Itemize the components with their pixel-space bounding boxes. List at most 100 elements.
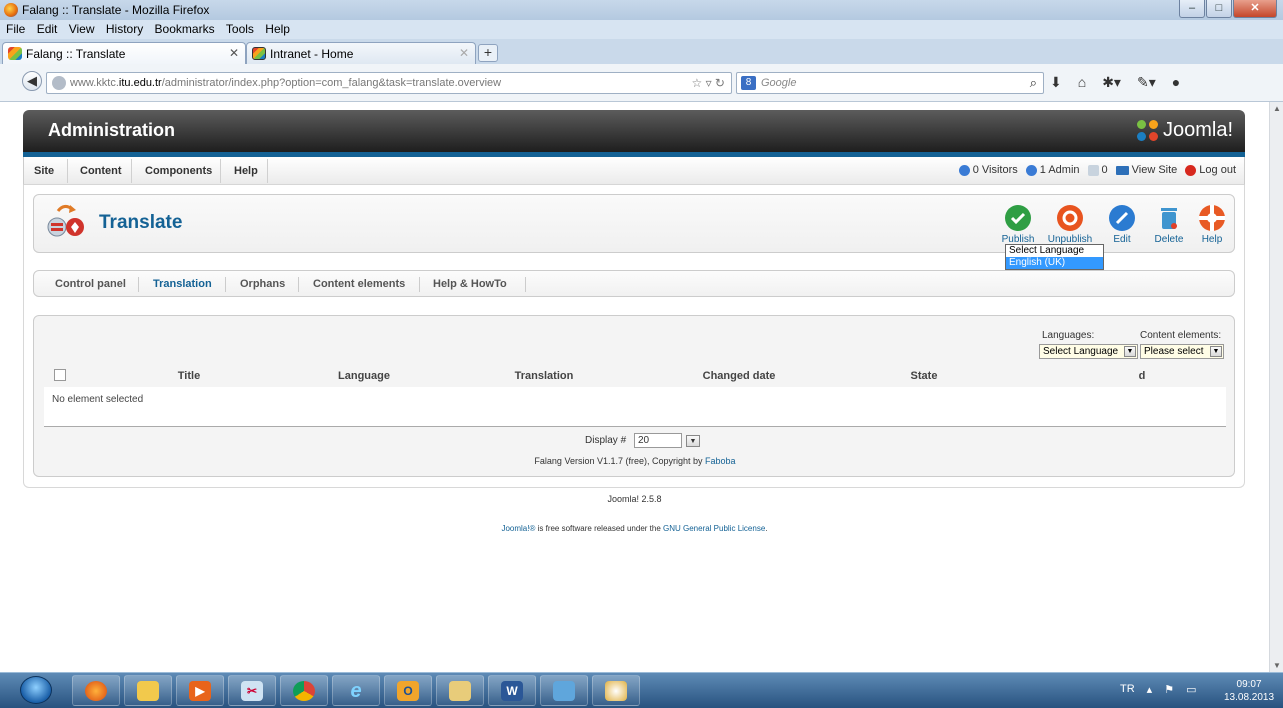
- media-player-icon: ▶: [189, 681, 211, 701]
- new-tab-button[interactable]: +: [478, 44, 498, 62]
- minimize-button[interactable]: –: [1179, 0, 1205, 18]
- maximize-button[interactable]: □: [1206, 0, 1232, 18]
- scissors-icon: ✂: [241, 681, 263, 701]
- view-site-link[interactable]: View Site: [1115, 164, 1177, 176]
- content-elements-select[interactable]: Please select ▼: [1140, 344, 1224, 359]
- faboba-link[interactable]: Faboba: [705, 456, 736, 466]
- translate-icon: [44, 203, 86, 243]
- taskbar-outlook[interactable]: O: [384, 675, 432, 706]
- admin-menu-content[interactable]: Content: [80, 165, 122, 177]
- window-titlebar: Falang :: Translate - Mozilla Firefox – …: [0, 0, 1283, 20]
- trash-icon: [1156, 205, 1182, 231]
- table-footer: Display # 20 ▼ Falang Version V1.1.7 (fr…: [44, 427, 1226, 471]
- delete-button[interactable]: Delete: [1145, 205, 1193, 245]
- menu-bookmarks[interactable]: Bookmarks: [151, 20, 219, 36]
- menu-help[interactable]: Help: [261, 20, 294, 36]
- tools-icon[interactable]: ✎▾: [1137, 74, 1156, 91]
- addon-icon[interactable]: ✱▾: [1102, 74, 1121, 91]
- window-title: Falang :: Translate - Mozilla Firefox: [22, 3, 210, 17]
- admin-status: 0 Visitors 1 Admin 0 View Site Log out: [958, 164, 1236, 176]
- start-button[interactable]: [20, 676, 52, 704]
- publish-button[interactable]: Publish: [994, 205, 1042, 245]
- menu-edit[interactable]: Edit: [33, 20, 62, 36]
- taskbar-word[interactable]: W: [488, 675, 536, 706]
- messages-status[interactable]: 0: [1087, 164, 1108, 176]
- admin-menu-site[interactable]: Site: [34, 165, 54, 177]
- home-icon[interactable]: ⌂: [1078, 74, 1086, 91]
- search-icon[interactable]: ⌕: [1030, 75, 1037, 91]
- search-bar[interactable]: 8 Google ⌕: [736, 72, 1044, 94]
- address-bar[interactable]: www.kktc.itu.edu.tr/administrator/index.…: [46, 72, 732, 94]
- back-button[interactable]: ◀: [22, 71, 42, 91]
- tab-falang-translate[interactable]: Falang :: Translate ✕: [2, 42, 246, 64]
- column-language[interactable]: Language: [334, 370, 394, 382]
- taskbar-chrome[interactable]: [280, 675, 328, 706]
- language-select[interactable]: Select Language ▼: [1039, 344, 1138, 359]
- language-option-highlighted[interactable]: English (UK): [1006, 257, 1103, 269]
- tray-expand-icon[interactable]: ▴: [1147, 683, 1153, 696]
- taskbar-media-player[interactable]: ▶: [176, 675, 224, 706]
- page-scrollbar[interactable]: ▲ ▼: [1269, 102, 1283, 672]
- extension-icon[interactable]: ●: [1172, 74, 1180, 91]
- admin-menu-help[interactable]: Help: [234, 165, 258, 177]
- submenu-help-howto[interactable]: Help & HowTo: [433, 278, 507, 290]
- system-tray: TR ▴ ⚑ ▭: [1120, 683, 1196, 696]
- joomla-link[interactable]: Joomla!®: [501, 524, 535, 533]
- menu-divider: [267, 159, 268, 183]
- system-clock[interactable]: 09:07 13.08.2013: [1224, 678, 1274, 704]
- submenu-control-panel[interactable]: Control panel: [55, 278, 126, 290]
- logout-icon: [1185, 164, 1197, 176]
- column-title[interactable]: Title: [164, 370, 214, 382]
- help-button[interactable]: Help: [1188, 205, 1236, 245]
- admin-menu-components[interactable]: Components: [145, 165, 212, 177]
- menu-history[interactable]: History: [102, 20, 147, 36]
- taskbar-app[interactable]: [540, 675, 588, 706]
- menu-view[interactable]: View: [65, 20, 99, 36]
- taskbar-explorer-folder[interactable]: [124, 675, 172, 706]
- taskbar-snipping-tool[interactable]: ✂: [228, 675, 276, 706]
- download-icon[interactable]: ⬇: [1050, 74, 1062, 91]
- unpublish-button[interactable]: Unpublish: [1046, 205, 1094, 245]
- column-published[interactable]: d: [1137, 370, 1147, 382]
- language-option[interactable]: Select Language: [1006, 245, 1103, 257]
- flag-icon[interactable]: ⚑: [1164, 683, 1174, 696]
- word-icon: W: [501, 681, 523, 701]
- submenu-content-elements[interactable]: Content elements: [313, 278, 405, 290]
- taskbar-firefox[interactable]: [72, 675, 120, 706]
- google-icon[interactable]: 8: [741, 76, 756, 90]
- submenu-translation[interactable]: Translation: [153, 278, 212, 290]
- edit-button[interactable]: Edit: [1098, 205, 1146, 245]
- tab-close-icon[interactable]: ✕: [459, 46, 469, 60]
- content-elements-label: Content elements:: [1140, 330, 1222, 341]
- menu-file[interactable]: File: [2, 20, 29, 36]
- close-window-button[interactable]: ✕: [1233, 0, 1277, 18]
- gpl-link[interactable]: GNU General Public License: [663, 524, 765, 533]
- taskbar-internet-explorer[interactable]: e: [332, 675, 380, 706]
- logout-link[interactable]: Log out: [1185, 164, 1236, 176]
- taskbar-file-explorer[interactable]: [436, 675, 484, 706]
- menu-tools[interactable]: Tools: [222, 20, 258, 36]
- submenu-divider: [225, 277, 226, 292]
- window-controls: – □ ✕: [1179, 0, 1277, 18]
- submenu-orphans[interactable]: Orphans: [240, 278, 285, 290]
- display-limit-select[interactable]: 20 ▼: [634, 433, 700, 448]
- input-language[interactable]: TR: [1120, 683, 1135, 696]
- network-icon[interactable]: ▭: [1186, 683, 1196, 696]
- chevron-down-icon: ▼: [1210, 346, 1222, 357]
- table-header: Title Language Translation Changed date …: [44, 365, 1226, 387]
- visitors-status: 0 Visitors: [958, 164, 1018, 176]
- select-all-checkbox[interactable]: [54, 369, 66, 381]
- tab-close-icon[interactable]: ✕: [229, 46, 239, 60]
- admin-header: Administration Joomla!: [23, 110, 1245, 152]
- column-changed-date[interactable]: Changed date: [694, 370, 784, 382]
- lifebuoy-icon: [1199, 205, 1225, 231]
- taskbar-paint[interactable]: [592, 675, 640, 706]
- column-translation[interactable]: Translation: [504, 370, 584, 382]
- bookmark-star-icon[interactable]: ☆ ▿ ↻: [691, 76, 725, 90]
- scroll-up-icon[interactable]: ▲: [1273, 104, 1281, 113]
- tab-intranet-home[interactable]: Intranet - Home ✕: [246, 42, 476, 64]
- submenu-divider: [419, 277, 420, 292]
- display-label: Display #: [585, 435, 627, 446]
- column-state[interactable]: State: [904, 370, 944, 382]
- scroll-down-icon[interactable]: ▼: [1273, 661, 1281, 670]
